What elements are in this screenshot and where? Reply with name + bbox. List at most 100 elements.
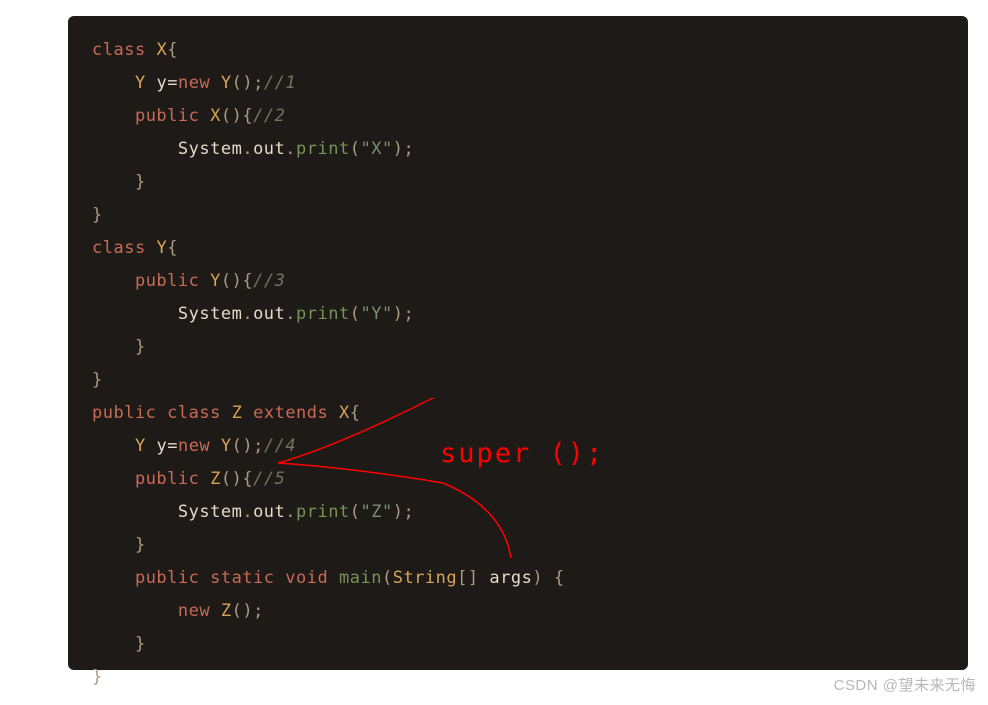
class-name-y: Y: [156, 238, 167, 258]
indent: [92, 469, 135, 489]
method-print: print: [296, 139, 350, 159]
method-print: print: [296, 304, 350, 324]
paren-close: ): [532, 568, 543, 588]
parens: (): [221, 106, 242, 126]
op-eq: =: [167, 436, 178, 456]
dot: .: [242, 502, 253, 522]
indent: [92, 436, 135, 456]
dot: .: [242, 139, 253, 159]
semi: ;: [403, 502, 414, 522]
semi: ;: [253, 601, 264, 621]
indent: [92, 568, 135, 588]
indent: [92, 634, 135, 654]
keyword-new: new: [178, 436, 210, 456]
keyword-class: class: [92, 40, 146, 60]
paren-close: ): [393, 502, 404, 522]
indent: [92, 73, 135, 93]
class-name-x: X: [156, 40, 167, 60]
keyword-public: public: [135, 271, 199, 291]
var-y: y: [156, 436, 167, 456]
string-x: "X": [360, 139, 392, 159]
param-args: args: [489, 568, 532, 588]
brace: {: [350, 403, 361, 423]
parens: (): [232, 73, 253, 93]
keyword-new: new: [178, 73, 210, 93]
var-y: y: [156, 73, 167, 93]
keyword-new: new: [178, 601, 210, 621]
brace: {: [242, 271, 253, 291]
method-main: main: [339, 568, 382, 588]
dot: .: [285, 304, 296, 324]
keyword-public: public: [135, 106, 199, 126]
string-z: "Z": [360, 502, 392, 522]
ctor-z: Z: [221, 601, 232, 621]
semi: ;: [253, 73, 264, 93]
indent: [92, 139, 178, 159]
paren-open: (: [350, 139, 361, 159]
indent: [92, 271, 135, 291]
paren-close: ): [393, 304, 404, 324]
keyword-public: public: [135, 469, 199, 489]
annotation-super: super ();: [440, 438, 604, 469]
paren-open: (: [382, 568, 393, 588]
string-y: "Y": [360, 304, 392, 324]
ctor-y: Y: [210, 271, 221, 291]
semi: ;: [403, 304, 414, 324]
paren-close: ): [393, 139, 404, 159]
indent: [92, 337, 135, 357]
brace: {: [242, 469, 253, 489]
out: out: [253, 304, 285, 324]
keyword-class: class: [92, 238, 146, 258]
keyword-static: static: [210, 568, 274, 588]
brace: {: [167, 238, 178, 258]
semi: ;: [403, 139, 414, 159]
code-block: class X{ Y y=new Y();//1 public X(){//2 …: [68, 16, 968, 670]
brace: }: [135, 634, 146, 654]
keyword-class: class: [167, 403, 221, 423]
brace: }: [92, 667, 103, 687]
ctor-z: Z: [210, 469, 221, 489]
parens: (): [232, 601, 253, 621]
keyword-public: public: [92, 403, 156, 423]
brace: }: [135, 337, 146, 357]
class-name-z: Z: [232, 403, 243, 423]
op-eq: =: [167, 73, 178, 93]
out: out: [253, 502, 285, 522]
paren-open: (: [350, 304, 361, 324]
system: System: [178, 502, 242, 522]
brace: }: [135, 172, 146, 192]
type-string: String: [393, 568, 457, 588]
brace: {: [554, 568, 565, 588]
comment-2: //2: [253, 106, 285, 126]
code-content: class X{ Y y=new Y();//1 public X(){//2 …: [92, 34, 944, 694]
system: System: [178, 304, 242, 324]
type-y: Y: [135, 436, 146, 456]
keyword-public: public: [135, 568, 199, 588]
comment-3: //3: [253, 271, 285, 291]
brace: {: [167, 40, 178, 60]
comment-1: //1: [264, 73, 296, 93]
indent: [92, 106, 135, 126]
semi: ;: [253, 436, 264, 456]
ctor-x: X: [210, 106, 221, 126]
watermark: CSDN @望未来无悔: [834, 674, 976, 695]
dot: .: [242, 304, 253, 324]
parens: (): [232, 436, 253, 456]
type-y: Y: [135, 73, 146, 93]
parent-x: X: [339, 403, 350, 423]
brace: {: [242, 106, 253, 126]
comment-4: //4: [264, 436, 296, 456]
out: out: [253, 139, 285, 159]
keyword-void: void: [285, 568, 328, 588]
method-print: print: [296, 502, 350, 522]
indent: [92, 304, 178, 324]
indent: [92, 601, 178, 621]
dot: .: [285, 502, 296, 522]
brace: }: [92, 370, 103, 390]
array-brackets: []: [457, 568, 478, 588]
ctor-y: Y: [221, 436, 232, 456]
ctor-y: Y: [221, 73, 232, 93]
parens: (): [221, 469, 242, 489]
parens: (): [221, 271, 242, 291]
brace: }: [135, 535, 146, 555]
